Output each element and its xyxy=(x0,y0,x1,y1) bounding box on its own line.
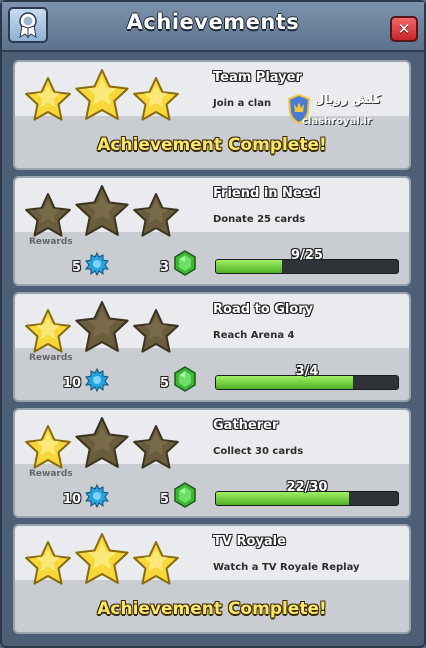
star-rating xyxy=(23,530,203,588)
gem-icon xyxy=(173,366,197,396)
star-rating xyxy=(23,414,203,472)
achievement-description: Watch a TV Royale Replay xyxy=(213,562,360,573)
gem-icon xyxy=(173,250,197,280)
achievement-card: Road to Glory Reach Arena 4 Rewards 10 5 3/… xyxy=(13,292,411,402)
achievement-description: Reach Arena 4 xyxy=(213,330,295,341)
progress-text: 3/4 xyxy=(295,364,319,379)
achievement-name: Friend in Need xyxy=(213,186,320,201)
progress-text: 22/30 xyxy=(286,480,328,495)
reward-gems-amount: 5 xyxy=(159,376,169,391)
achievement-card: Friend in Need Donate 25 cards Rewards 5 3 … xyxy=(13,176,411,286)
achievement-description: Join a clan xyxy=(213,98,272,109)
star-rating xyxy=(23,182,203,240)
reward-gems-amount: 3 xyxy=(159,260,169,275)
rewards-label: Rewards xyxy=(29,353,73,363)
reward-xp-amount: 10 xyxy=(62,376,81,391)
close-icon: ✕ xyxy=(397,20,411,38)
rewards-label: Rewards xyxy=(29,237,73,247)
achievement-name: TV Royale xyxy=(213,534,286,549)
xp-gear-icon xyxy=(85,483,109,512)
reward-xp-amount: 10 xyxy=(62,492,81,507)
watermark-text-url: clashroyal.ir xyxy=(302,116,372,127)
progress-text: 9/25 xyxy=(291,248,323,263)
rewards-label: Rewards xyxy=(29,469,73,479)
achievement-name: Gatherer xyxy=(213,418,279,433)
close-button[interactable]: ✕ xyxy=(390,16,418,42)
page-title: Achievements xyxy=(126,10,300,34)
achievement-name: Road to Glory xyxy=(213,302,314,317)
star-rating xyxy=(23,66,203,124)
achievement-description: Donate 25 cards xyxy=(213,214,306,225)
xp-gear-icon xyxy=(85,251,109,280)
achievement-description: Collect 30 cards xyxy=(213,446,304,457)
reward-xp-amount: 5 xyxy=(71,260,81,275)
star-rating xyxy=(23,298,203,356)
watermark-text-arabic: کلش رویال xyxy=(314,92,381,106)
achievement-name: Team Player xyxy=(213,70,302,85)
reward-gems-amount: 5 xyxy=(159,492,169,507)
header-bar: Achievements ✕ xyxy=(2,2,424,52)
watermark-logo: کلش رویال clashroyal.ir xyxy=(288,92,396,136)
achievement-complete-label: Achievement Complete! xyxy=(97,135,327,155)
achievements-window: Achievements ✕ Team Player Join a clan Ach… xyxy=(0,0,426,648)
achievement-card: Gatherer Collect 30 cards Rewards 10 5 22/3… xyxy=(13,408,411,518)
achievement-card: TV Royale Watch a TV Royale Replay Achieve… xyxy=(13,524,411,634)
achievement-complete-label: Achievement Complete! xyxy=(97,599,327,619)
gem-icon xyxy=(173,482,197,512)
xp-gear-icon xyxy=(85,367,109,396)
